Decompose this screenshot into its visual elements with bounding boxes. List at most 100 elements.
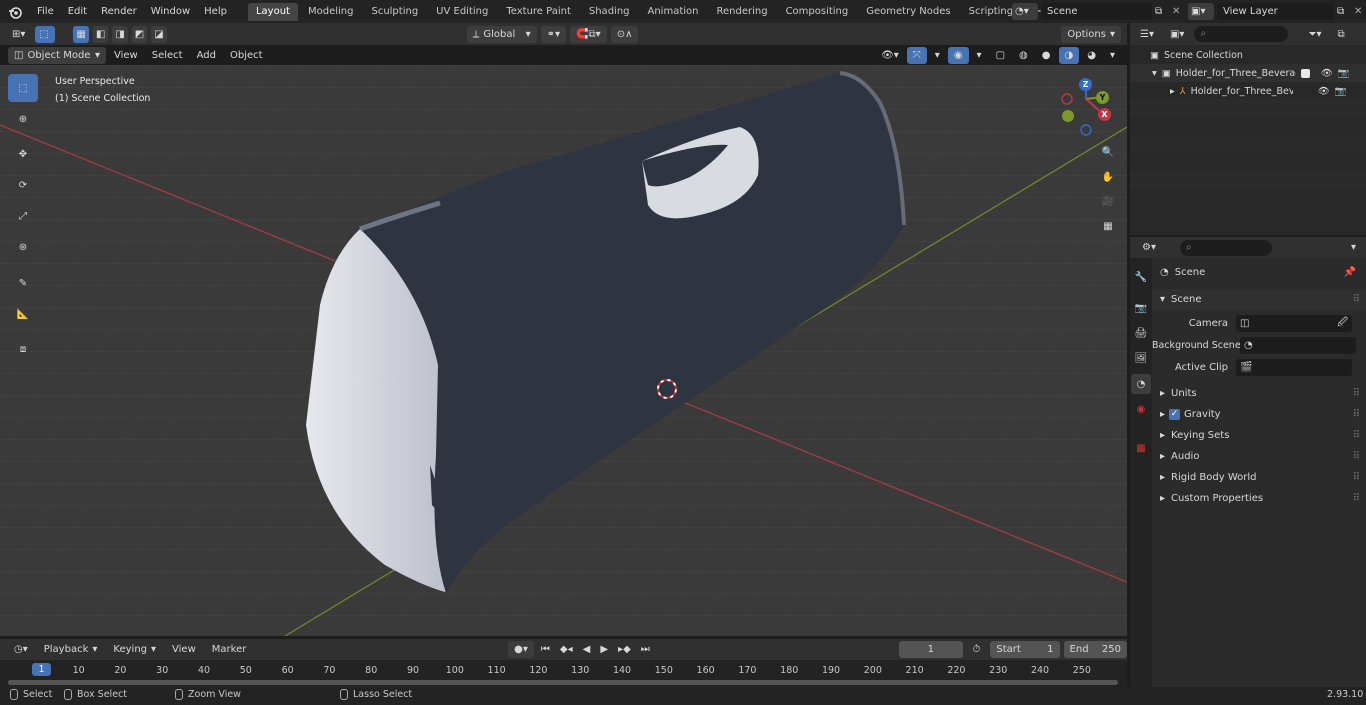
- scale-tool-icon[interactable]: ⤢: [8, 202, 38, 230]
- pin-icon[interactable]: 📌: [1344, 267, 1356, 278]
- measure-tool-icon[interactable]: 📐: [8, 300, 38, 328]
- background-scene-field[interactable]: ◔: [1240, 337, 1356, 354]
- menu-render[interactable]: Render: [94, 0, 144, 23]
- tab-compositing[interactable]: Compositing: [778, 3, 857, 21]
- eye-icon[interactable]: 👁: [1318, 86, 1330, 97]
- eye-icon[interactable]: 👁: [1321, 68, 1333, 79]
- drag-handle-icon[interactable]: ⠿: [1353, 294, 1360, 305]
- proportional-editing-icon[interactable]: ⊙∧: [610, 25, 639, 43]
- pivot-point-icon[interactable]: ⚭▾: [540, 25, 567, 43]
- menu-keying[interactable]: Keying ▾: [107, 641, 162, 658]
- transform-tool-icon[interactable]: ⊛: [8, 233, 38, 261]
- select-box-tool-icon[interactable]: ⬚: [8, 74, 38, 102]
- scene-name[interactable]: Scene: [1041, 2, 1152, 20]
- outliner-search-input[interactable]: ⌕: [1194, 26, 1289, 42]
- outliner-item-collection[interactable]: ▾ ▣ Holder_for_Three_Beverage_I 👁 📷: [1130, 64, 1366, 82]
- menu-edit[interactable]: Edit: [61, 0, 94, 23]
- properties-search-input[interactable]: ⌕: [1179, 239, 1272, 256]
- play-icon[interactable]: ▶: [597, 641, 611, 658]
- annotate-tool-icon[interactable]: ✎: [8, 269, 38, 297]
- view-layer-name[interactable]: View Layer: [1217, 2, 1334, 20]
- outliner-item-object[interactable]: ▸ ⅄ Holder_for_Three_Bevera 👁 📷: [1130, 82, 1366, 100]
- scene-panel-header[interactable]: ▾ Scene ⠿: [1152, 289, 1366, 310]
- gizmo-y-axis[interactable]: Y: [1096, 91, 1109, 104]
- current-frame-field[interactable]: 1: [899, 641, 963, 658]
- gravity-checkbox[interactable]: ✓: [1169, 409, 1181, 420]
- menu-object[interactable]: Object: [224, 47, 269, 64]
- active-clip-field[interactable]: 🎬: [1236, 359, 1352, 376]
- subpanel-keying-sets[interactable]: ▸ Keying Sets ⠿: [1152, 425, 1366, 446]
- add-cube-tool-icon[interactable]: ⧈: [8, 335, 38, 363]
- gizmo-z-axis[interactable]: Z: [1079, 78, 1092, 91]
- view-layer-selector[interactable]: ▣▾ View Layer ⧉ ✕: [1188, 2, 1364, 20]
- subpanel-audio[interactable]: ▸ Audio ⠿: [1152, 446, 1366, 467]
- world-tab-icon[interactable]: ◉: [1132, 400, 1150, 418]
- menu-file[interactable]: File: [30, 0, 61, 23]
- delete-scene-icon[interactable]: ✕: [1172, 6, 1182, 17]
- new-view-layer-icon[interactable]: ⧉: [1337, 6, 1351, 17]
- menu-window[interactable]: Window: [144, 0, 197, 23]
- jump-start-icon[interactable]: ⏮: [538, 641, 553, 658]
- properties-editor-type-icon[interactable]: ⚙▾: [1136, 239, 1162, 256]
- end-frame-field[interactable]: End 250: [1063, 641, 1127, 658]
- select-mode-set-icon[interactable]: ▦: [73, 25, 89, 43]
- camera-icon[interactable]: 📷: [1338, 68, 1350, 79]
- view-layer-icon[interactable]: ▣▾: [1188, 2, 1214, 20]
- tab-layout[interactable]: Layout: [247, 2, 298, 21]
- auto-keying-icon[interactable]: ●▾: [508, 641, 534, 658]
- select-mode-intersect-icon[interactable]: ◪: [151, 25, 167, 43]
- tab-geometry-nodes[interactable]: Geometry Nodes: [858, 3, 958, 21]
- new-collection-icon[interactable]: ⧉: [1331, 26, 1350, 43]
- navigation-gizmo[interactable]: Z Y X: [1056, 77, 1116, 139]
- shading-solid-icon[interactable]: ●: [1036, 47, 1057, 64]
- 3d-viewport[interactable]: User Perspective (1) Scene Collection Z …: [0, 65, 1127, 636]
- start-frame-field[interactable]: Start 1: [990, 641, 1060, 658]
- scene-tab-icon[interactable]: ◔: [1131, 374, 1151, 394]
- rotate-tool-icon[interactable]: ⟳: [8, 171, 38, 199]
- tool-tab-icon[interactable]: 🔧: [1132, 268, 1150, 286]
- playhead[interactable]: 1: [32, 663, 51, 676]
- jump-prev-keyframe-icon[interactable]: ◆◂: [557, 641, 576, 658]
- filter-icon[interactable]: ⏷▾: [1302, 26, 1327, 43]
- checkbox-icon[interactable]: [1300, 68, 1310, 78]
- menu-view[interactable]: View: [108, 47, 144, 64]
- camera-view-icon[interactable]: 🎥: [1097, 190, 1119, 212]
- render-tab-icon[interactable]: 📷: [1132, 299, 1150, 317]
- outliner-editor-type-icon[interactable]: ☰▾: [1134, 26, 1160, 43]
- expand-arrow-icon[interactable]: ▸: [1170, 86, 1175, 97]
- subpanel-custom-properties[interactable]: ▸ Custom Properties ⠿: [1152, 488, 1366, 509]
- scene-selector[interactable]: ◔▾ Scene ⧉ ✕: [1012, 2, 1182, 20]
- tab-sculpting[interactable]: Sculpting: [363, 3, 426, 21]
- scene-icon[interactable]: ◔▾: [1012, 2, 1038, 20]
- properties-options-icon[interactable]: ▾: [1345, 239, 1362, 256]
- tab-modeling[interactable]: Modeling: [300, 3, 362, 21]
- display-mode-icon[interactable]: ▣▾: [1164, 26, 1190, 43]
- expand-arrow-icon[interactable]: ▾: [1152, 68, 1157, 79]
- output-tab-icon[interactable]: 🖨: [1132, 324, 1150, 342]
- tab-texture-paint[interactable]: Texture Paint: [498, 3, 579, 21]
- play-reverse-icon[interactable]: ◀: [580, 641, 594, 658]
- delete-view-layer-icon[interactable]: ✕: [1354, 6, 1364, 17]
- options-dropdown[interactable]: Options ▾: [1061, 25, 1121, 43]
- editor-type-icon[interactable]: ⊞▾: [6, 26, 31, 43]
- visibility-icon[interactable]: 👁▾: [875, 47, 905, 64]
- select-mode-subtract-icon[interactable]: ◨: [112, 25, 128, 43]
- subpanel-rigid-body-world[interactable]: ▸ Rigid Body World ⠿: [1152, 467, 1366, 488]
- camera-field[interactable]: ◫ 🖉: [1236, 315, 1352, 332]
- preview-range-icon[interactable]: ⏱: [967, 641, 987, 658]
- shading-material-icon[interactable]: ◑: [1058, 46, 1080, 64]
- jump-end-icon[interactable]: ⏭: [638, 641, 653, 658]
- transform-orientation-dropdown[interactable]: ⟂ Global ▾: [466, 25, 537, 43]
- timeline-scrollbar[interactable]: [8, 680, 1118, 685]
- tab-shading[interactable]: Shading: [581, 3, 638, 21]
- shading-wireframe-icon[interactable]: ◍: [1013, 47, 1034, 64]
- subpanel-units[interactable]: ▸ Units ⠿: [1152, 383, 1366, 404]
- subpanel-gravity[interactable]: ▸ ✓ Gravity ⠿: [1152, 404, 1366, 425]
- select-mode-invert-icon[interactable]: ◩: [131, 25, 148, 43]
- menu-select[interactable]: Select: [146, 47, 189, 64]
- camera-icon[interactable]: 📷: [1335, 86, 1347, 97]
- menu-help[interactable]: Help: [197, 0, 234, 23]
- snap-icon[interactable]: 🧲⧉▾: [570, 25, 607, 43]
- move-tool-icon[interactable]: ✥: [8, 140, 38, 168]
- outliner-scene-collection[interactable]: ▣ Scene Collection: [1130, 46, 1366, 64]
